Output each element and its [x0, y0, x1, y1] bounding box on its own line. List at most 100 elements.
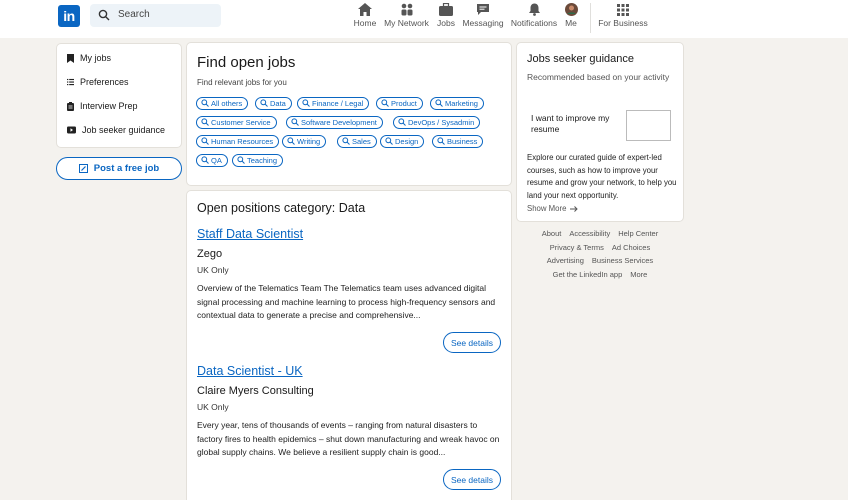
- search-icon: [398, 117, 406, 128]
- footer-link-business-services[interactable]: Business Services: [592, 256, 653, 270]
- chip-teaching[interactable]: Teaching: [232, 154, 284, 167]
- search-icon: [98, 9, 110, 21]
- search-icon: [287, 136, 295, 147]
- chip-qa[interactable]: QA: [196, 154, 228, 167]
- nav-jobs[interactable]: Jobs: [434, 2, 458, 28]
- chip-label: Marketing: [445, 99, 478, 108]
- search-icon: [435, 98, 443, 109]
- show-more-label: Show More: [527, 204, 567, 213]
- find-jobs-card: Find open jobs Find relevant jobs for yo…: [186, 42, 512, 186]
- chip-human-resources[interactable]: Human Resources: [196, 135, 280, 148]
- search-icon: [201, 117, 209, 128]
- chip-writing[interactable]: Writing: [282, 135, 327, 148]
- search-placeholder: Search: [118, 9, 150, 20]
- nav-label: Me: [565, 18, 577, 28]
- chip-label: Human Resources: [211, 137, 274, 146]
- sidebar-item-label: My jobs: [80, 53, 112, 63]
- search-icon: [381, 98, 389, 109]
- guidance-thumbnail: [626, 110, 671, 141]
- job-description: Every year, tens of thousands of events …: [197, 420, 500, 457]
- sidebar-item-job-seeker-guidance[interactable]: Job seeker guidance: [67, 125, 165, 135]
- nav-label: For Business: [598, 18, 648, 28]
- chip-marketing[interactable]: Marketing: [430, 97, 484, 110]
- see-details-button[interactable]: See details: [442, 332, 501, 353]
- avatar: [562, 2, 580, 17]
- chip-label: Sales: [352, 137, 371, 146]
- nav-label: Messaging: [462, 18, 504, 28]
- open-positions-card: Open positions category: Data Staff Data…: [186, 190, 512, 500]
- sidebar-item-preferences[interactable]: Preferences: [67, 77, 129, 87]
- post-job-label: Post a free job: [93, 163, 160, 174]
- job-company: Zego: [197, 248, 223, 260]
- sidebar-item-label: Preferences: [80, 77, 129, 87]
- search-icon: [385, 136, 393, 147]
- chip-label: Teaching: [247, 156, 278, 165]
- footer-link-privacy-terms[interactable]: Privacy & Terms: [550, 243, 604, 257]
- video-icon: [67, 126, 76, 134]
- network-icon: [384, 2, 429, 17]
- footer-link-help-center[interactable]: Help Center: [618, 229, 658, 243]
- chip-label: Software Development: [301, 118, 377, 127]
- chip-label: Writing: [297, 137, 321, 146]
- edit-icon: [78, 164, 88, 173]
- sidebar-item-my-jobs[interactable]: My jobs: [67, 53, 111, 63]
- chip-sales[interactable]: Sales: [337, 135, 377, 148]
- nav-home[interactable]: Home: [352, 2, 378, 28]
- nav-messaging[interactable]: Messaging: [462, 2, 504, 28]
- linkedin-logo[interactable]: in: [58, 5, 80, 27]
- nav-notifications[interactable]: Notifications: [510, 2, 558, 28]
- footer-links: About Accessibility Help Center Privacy & …: [516, 229, 684, 283]
- nav-label: Notifications: [510, 18, 558, 28]
- nav-divider: [590, 3, 591, 33]
- page-subtitle: Find relevant jobs for you: [197, 78, 287, 87]
- search-input[interactable]: Search: [90, 4, 221, 27]
- bell-icon: [510, 2, 558, 17]
- see-details-button[interactable]: See details: [442, 469, 501, 490]
- show-more-link[interactable]: Show More: [527, 204, 579, 213]
- briefcase-icon: [434, 2, 458, 17]
- footer-link-more[interactable]: More: [630, 270, 647, 284]
- job-location: UK Only: [197, 402, 229, 412]
- footer-link-ad-choices[interactable]: Ad Choices: [612, 243, 650, 257]
- nav-label: My Network: [384, 18, 429, 28]
- nav-label: Home: [353, 18, 377, 28]
- positions-heading: Open positions category: Data: [197, 201, 366, 215]
- chip-all-others[interactable]: All others: [196, 97, 249, 110]
- list-icon: [67, 78, 74, 86]
- footer-link-accessibility[interactable]: Accessibility: [569, 229, 610, 243]
- job-description: Overview of the Telematics Team The Tele…: [197, 283, 496, 320]
- nav-for-business[interactable]: For Business: [598, 2, 648, 28]
- search-icon: [201, 98, 209, 109]
- chip-label: Finance / Legal: [312, 99, 364, 108]
- job-title-link[interactable]: Data Scientist - UK: [197, 364, 505, 378]
- nav-me[interactable]: Me: [562, 2, 580, 28]
- chip-product[interactable]: Product: [376, 97, 423, 110]
- arrow-right-icon: [570, 205, 579, 212]
- sidebar-item-interview-prep[interactable]: Interview Prep: [67, 101, 138, 111]
- chip-software-development[interactable]: Software Development: [286, 116, 383, 129]
- guidance-description: Explore our curated guide of expert-led …: [527, 153, 677, 200]
- footer-link-advertising[interactable]: Advertising: [547, 256, 584, 270]
- bookmark-icon: [67, 53, 74, 63]
- chip-label: QA: [211, 156, 222, 165]
- guidance-tip-link[interactable]: I want to improve my resume: [531, 113, 627, 135]
- chip-data[interactable]: Data: [255, 97, 292, 110]
- chip-devops-sysadmin[interactable]: DevOps / Sysadmin: [393, 116, 481, 129]
- home-icon: [352, 2, 378, 17]
- job-seeker-guidance-card: Jobs seeker guidance Recommended based o…: [516, 42, 684, 222]
- chip-business[interactable]: Business: [432, 135, 484, 148]
- job-card: Staff Data Scientist Zego UK Only Overvi…: [197, 227, 505, 323]
- job-card: Data Scientist - UK Claire Myers Consult…: [197, 364, 505, 460]
- chip-label: Data: [270, 99, 286, 108]
- search-icon: [437, 136, 445, 147]
- nav-my-network[interactable]: My Network: [384, 2, 429, 28]
- search-icon: [260, 98, 268, 109]
- footer-link-get-app[interactable]: Get the LinkedIn app: [553, 270, 623, 284]
- job-title-link[interactable]: Staff Data Scientist: [197, 227, 505, 241]
- chip-label: Design: [395, 137, 419, 146]
- chip-customer-service[interactable]: Customer Service: [196, 116, 277, 129]
- chip-finance-legal[interactable]: Finance / Legal: [297, 97, 370, 110]
- chip-design[interactable]: Design: [380, 135, 425, 148]
- post-free-job-button[interactable]: Post a free job: [56, 157, 182, 180]
- footer-link-about[interactable]: About: [542, 229, 562, 243]
